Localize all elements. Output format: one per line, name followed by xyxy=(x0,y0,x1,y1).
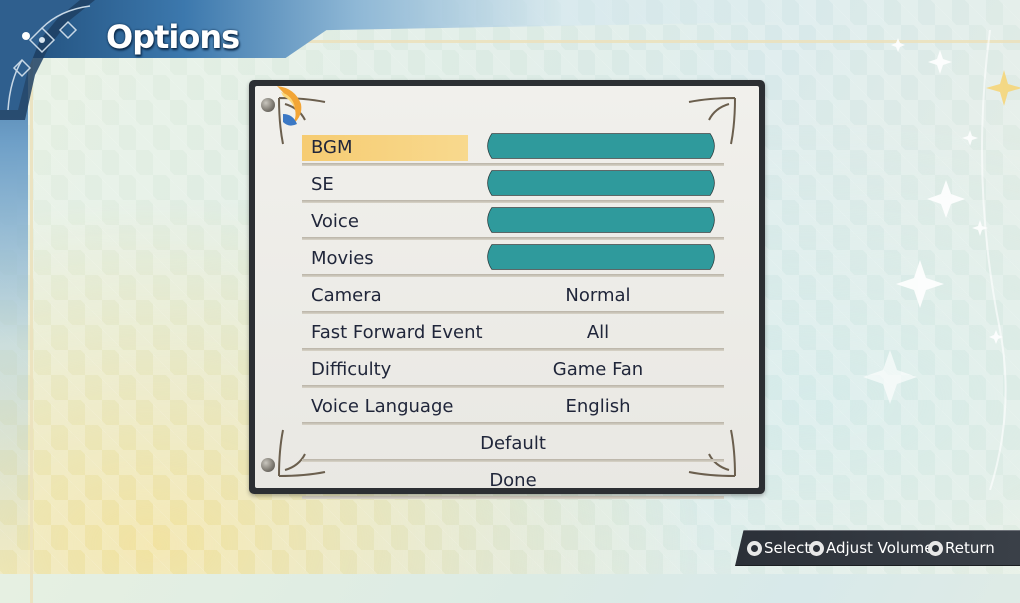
option-row-se[interactable]: SE xyxy=(302,166,724,203)
done-button[interactable]: Done xyxy=(302,462,724,499)
hint-label: Select xyxy=(764,539,811,557)
option-label: Camera xyxy=(311,285,382,306)
row-divider xyxy=(302,496,724,499)
controls-hint-bar: Select Adjust Volume Return xyxy=(735,530,1020,566)
options-list: BGM SE Voice Movies Camera Normal Fast F… xyxy=(302,129,724,499)
option-label: Movies xyxy=(311,248,374,269)
option-row-fast-forward-event[interactable]: Fast Forward Event All xyxy=(302,314,724,351)
default-button[interactable]: Default xyxy=(302,425,724,462)
volume-slider[interactable] xyxy=(484,207,718,233)
option-label: BGM xyxy=(302,135,468,161)
hint-return: Return xyxy=(928,531,995,565)
option-label: Difficulty xyxy=(311,359,392,380)
hint-label: Return xyxy=(945,539,995,557)
option-label: SE xyxy=(311,174,334,195)
header-ornament-icon xyxy=(0,0,95,120)
option-label: Voice xyxy=(311,211,359,232)
dpad-icon xyxy=(747,540,762,556)
rivet-icon xyxy=(261,458,275,472)
options-panel: BGM SE Voice Movies Camera Normal Fast F… xyxy=(249,80,765,499)
options-panel-paper: BGM SE Voice Movies Camera Normal Fast F… xyxy=(255,86,759,499)
hint-adjust-volume: Adjust Volume xyxy=(809,531,933,565)
option-row-voice[interactable]: Voice xyxy=(302,203,724,240)
circle-button-icon xyxy=(928,540,943,556)
page-title: Options xyxy=(106,18,240,56)
dpad-icon xyxy=(809,540,824,556)
option-value: All xyxy=(586,322,610,343)
option-row-camera[interactable]: Camera Normal xyxy=(302,277,724,314)
default-button-label: Default xyxy=(480,433,546,454)
hint-select: Select xyxy=(747,531,810,565)
option-label: Fast Forward Event xyxy=(311,322,483,343)
volume-slider[interactable] xyxy=(484,133,718,159)
selection-cursor-icon xyxy=(277,86,302,126)
option-row-bgm[interactable]: BGM xyxy=(302,129,724,166)
hint-label: Adjust Volume xyxy=(826,539,934,557)
option-value: English xyxy=(565,396,631,417)
sparkle-decoration-icon xyxy=(863,30,1020,490)
option-row-voice-language[interactable]: Voice Language English xyxy=(302,388,724,425)
volume-slider[interactable] xyxy=(484,170,718,196)
option-value: Game Fan xyxy=(552,359,644,380)
done-button-label: Done xyxy=(489,470,537,491)
option-label: Voice Language xyxy=(311,396,454,417)
volume-slider[interactable] xyxy=(484,244,718,270)
option-value: Normal xyxy=(565,285,631,306)
option-row-difficulty[interactable]: Difficulty Game Fan xyxy=(302,351,724,388)
option-row-movies[interactable]: Movies xyxy=(302,240,724,277)
